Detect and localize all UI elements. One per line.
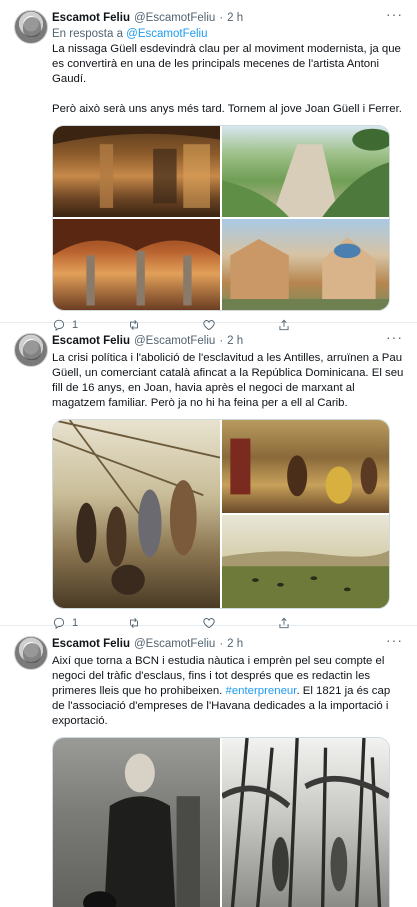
separator-dot: · — [219, 638, 224, 650]
timestamp[interactable]: 2 h — [227, 335, 243, 347]
hashtag-link[interactable]: #enterpreneur — [226, 685, 297, 697]
avatar[interactable] — [14, 10, 48, 44]
timestamp[interactable]: 2 h — [227, 638, 243, 650]
author-handle[interactable]: @EscamotFeliu — [134, 335, 215, 347]
media-image-interior[interactable] — [53, 126, 220, 217]
more-horizontal-icon[interactable]: ··· — [386, 330, 403, 344]
tweet-media[interactable] — [52, 737, 390, 907]
avatar[interactable] — [14, 333, 48, 367]
author-name[interactable]: Escamot Feliu — [52, 12, 130, 24]
tweet-media[interactable] — [52, 125, 390, 311]
author-handle[interactable]: @EscamotFeliu — [134, 638, 215, 650]
author-name[interactable]: Escamot Feliu — [52, 335, 130, 347]
separator-dot: · — [219, 335, 224, 347]
reply-to-link[interactable]: @EscamotFeliu — [126, 28, 207, 40]
tweet-text: La nissaga Güell esdevindrà clau per al … — [52, 43, 402, 115]
media-image-park[interactable] — [222, 126, 389, 217]
media-image-portrait[interactable] — [53, 738, 220, 907]
media-image-houses[interactable] — [222, 219, 389, 310]
media-image-sugarcane[interactable] — [222, 738, 389, 907]
author-name[interactable]: Escamot Feliu — [52, 638, 130, 650]
avatar[interactable] — [14, 636, 48, 670]
tweet-text: La crisi política i l'abolició de l'escl… — [52, 352, 407, 409]
author-handle[interactable]: @EscamotFeliu — [134, 12, 215, 24]
media-image-plantation[interactable] — [222, 515, 389, 608]
reply-context: En resposta a @EscamotFeliu — [52, 28, 405, 40]
tweet-header: Escamot Feliu @EscamotFeliu · 2 h — [52, 333, 405, 349]
tweet-text: Així que torna a BCN i estudia nàutica i… — [52, 654, 405, 729]
media-image-colonial-scene[interactable] — [222, 420, 389, 513]
reply-prefix: En resposta a — [52, 28, 123, 40]
media-image-ship-deck[interactable] — [53, 420, 220, 608]
more-horizontal-icon[interactable]: ··· — [386, 633, 403, 647]
separator-dot: · — [219, 12, 224, 24]
tweet[interactable]: Escamot Feliu @EscamotFeliu · 2 h ··· En… — [0, 0, 417, 332]
tweet[interactable]: Escamot Feliu @EscamotFeliu · 2 h ··· Ai… — [0, 626, 417, 907]
tweet-header: Escamot Feliu @EscamotFeliu · 2 h — [52, 10, 405, 26]
tweet[interactable]: Escamot Feliu @EscamotFeliu · 2 h ··· La… — [0, 323, 417, 630]
tweet-header: Escamot Feliu @EscamotFeliu · 2 h — [52, 636, 405, 652]
timestamp[interactable]: 2 h — [227, 12, 243, 24]
tweet-media[interactable] — [52, 419, 390, 609]
media-image-crypt[interactable] — [53, 219, 220, 310]
more-horizontal-icon[interactable]: ··· — [386, 7, 403, 21]
